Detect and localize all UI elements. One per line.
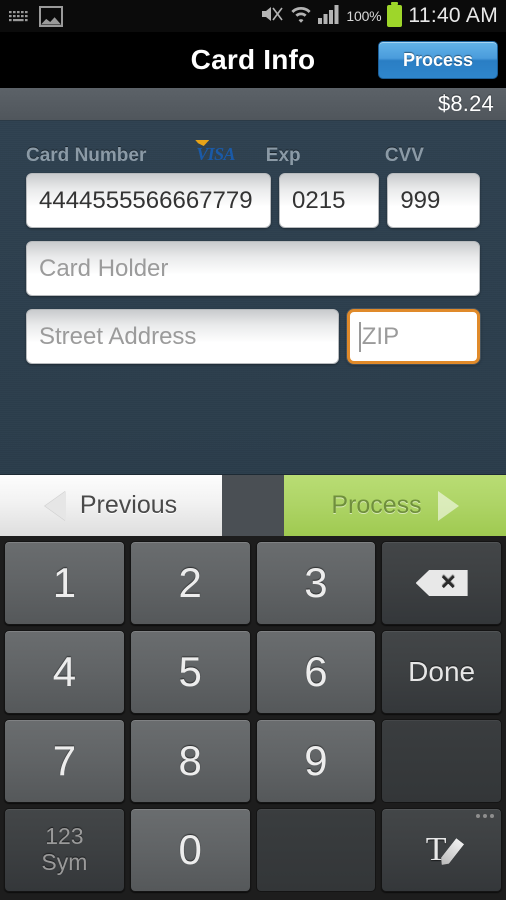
keyboard-row: 123 Sym 0 T	[4, 808, 502, 892]
key-8[interactable]: 8	[129, 719, 251, 803]
exp-label: Exp	[265, 145, 301, 166]
key-handwriting[interactable]: T	[381, 808, 502, 892]
nav-spacer	[222, 475, 284, 536]
keyboard-icon	[8, 10, 30, 23]
process-button-bottom[interactable]: Process	[284, 475, 506, 536]
card-number-label: Card Number	[26, 145, 147, 166]
triangle-left-icon	[44, 490, 66, 521]
text-caret	[358, 321, 361, 352]
keyboard-row: 4 5 6 Done	[4, 630, 502, 714]
address-row: Street Address ZIP	[26, 309, 480, 364]
previous-button-label: Previous	[79, 491, 178, 519]
numeric-keyboard: 1 2 3 ✕ 4 5 6 Done 7 8 9 123 Sym 0 T	[0, 536, 506, 900]
amount-bar: $8.24	[0, 88, 506, 121]
key-blank-top[interactable]	[381, 719, 502, 803]
status-bar-left-icons	[8, 5, 63, 27]
previous-button[interactable]: Previous	[0, 475, 222, 536]
amount-label: $8.24	[437, 91, 494, 116]
handwriting-icon: T	[426, 833, 458, 867]
street-address-input[interactable]: Street Address	[26, 309, 339, 364]
keyboard-row: 7 8 9	[4, 719, 502, 803]
key-5[interactable]: 5	[129, 630, 251, 714]
key-backspace[interactable]: ✕	[381, 541, 502, 625]
zip-input[interactable]: ZIP	[346, 309, 480, 364]
phone-screen: 100% 11:40 AM Card Info Process $8.24 Ca…	[0, 0, 506, 900]
battery-percent-label: 100%	[346, 8, 382, 24]
holder-row: Card Holder	[26, 241, 480, 296]
key-done[interactable]: Done	[381, 630, 502, 714]
status-bar-right-icons: 100% 11:40 AM	[260, 2, 500, 29]
key-9[interactable]: 9	[255, 719, 377, 803]
key-sym-label-line2: Sym	[41, 849, 88, 875]
process-button-top[interactable]: Process	[378, 41, 498, 79]
key-blank-bottom[interactable]	[255, 808, 377, 892]
picture-icon	[39, 5, 63, 27]
key-1[interactable]: 1	[4, 541, 125, 625]
battery-icon	[387, 2, 403, 27]
card-info-form: Card Number VISA Exp CVV 444455556666777…	[0, 121, 506, 474]
key-sym[interactable]: 123 Sym	[4, 808, 125, 892]
key-6[interactable]: 6	[255, 630, 377, 714]
key-3[interactable]: 3	[255, 541, 377, 625]
signal-icon	[318, 4, 340, 29]
card-row: 4444555566667779 0215 999	[26, 173, 480, 228]
card-holder-input[interactable]: Card Holder	[26, 241, 480, 296]
field-labels-row: Card Number VISA Exp CVV	[26, 137, 480, 167]
visa-logo-icon: VISA	[196, 145, 252, 165]
exp-input[interactable]: 0215	[279, 173, 380, 228]
key-0[interactable]: 0	[129, 808, 251, 892]
process-button-label: Process	[331, 491, 422, 519]
page-title: Card Info	[190, 44, 316, 75]
wifi-icon	[290, 3, 312, 29]
clock-label: 11:40 AM	[408, 4, 498, 27]
zip-placeholder-text: ZIP	[361, 322, 400, 350]
card-number-input[interactable]: 4444555566667779	[26, 173, 272, 228]
key-2[interactable]: 2	[129, 541, 251, 625]
key-7[interactable]: 7	[4, 719, 125, 803]
status-bar: 100% 11:40 AM	[0, 0, 506, 32]
backspace-icon: ✕	[415, 570, 468, 596]
keyboard-row: 1 2 3 ✕	[4, 541, 502, 625]
key-4[interactable]: 4	[4, 630, 125, 714]
key-sym-label-line1: 123	[45, 823, 84, 850]
title-bar: Card Info Process	[0, 32, 506, 88]
triangle-right-icon	[437, 490, 459, 521]
form-nav-bar: Previous Process	[0, 474, 506, 536]
more-options-dots-icon	[476, 814, 494, 818]
cvv-input[interactable]: 999	[387, 173, 480, 228]
cvv-label: CVV	[384, 145, 424, 166]
mute-icon	[260, 4, 284, 29]
visa-logo-text: VISA	[196, 144, 235, 164]
